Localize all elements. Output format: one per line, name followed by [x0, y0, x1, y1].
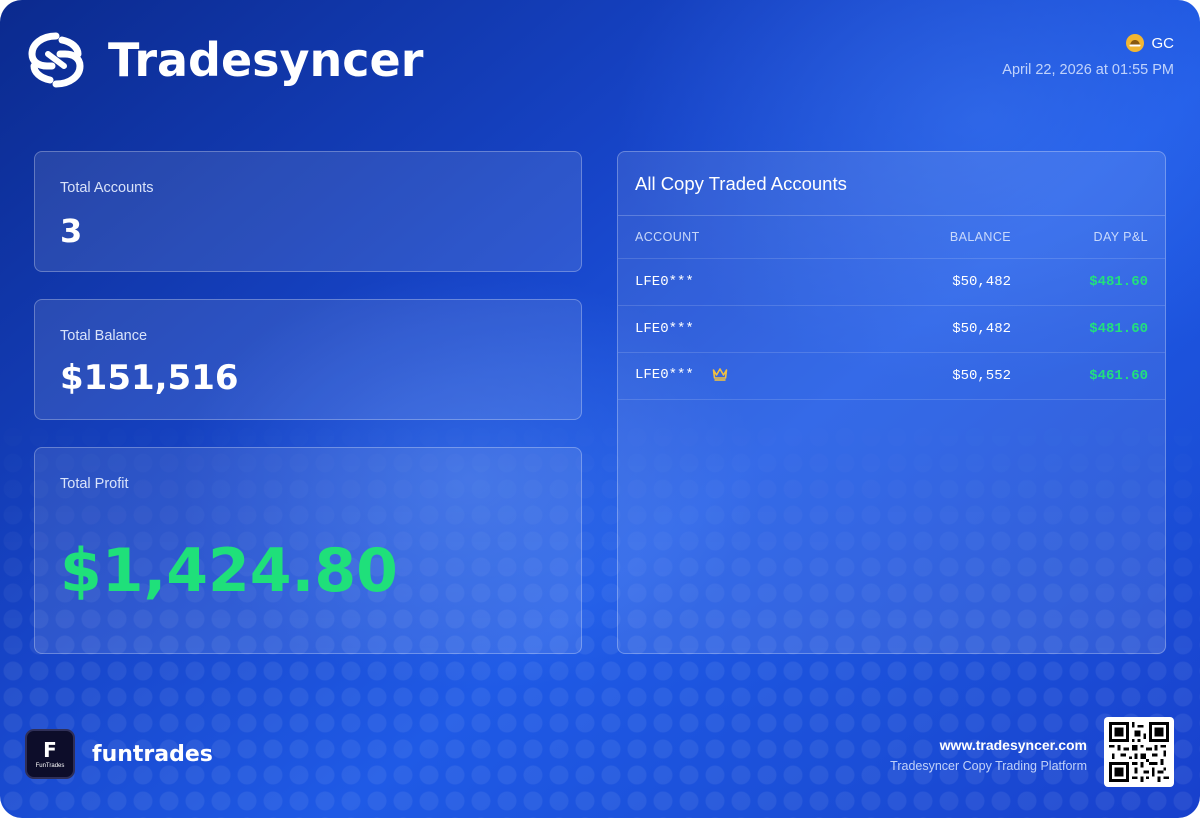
website-link[interactable]: www.tradesyncer.com [890, 737, 1087, 753]
column-header-day-pnl: DAY P&L [1093, 230, 1148, 244]
account-id: LFE0*** [635, 321, 694, 337]
column-header-balance: BALANCE [949, 230, 1011, 244]
tradesyncer-logo-icon [28, 32, 84, 88]
account-day-pnl: $461.60 [1089, 368, 1148, 384]
account-balance: $50,482 [952, 321, 1011, 337]
total-profit-label: Total Profit [60, 476, 129, 492]
total-balance-value: $151,516 [60, 358, 239, 398]
table-row: LFE0*** $50,552 $461.60 [618, 353, 1165, 400]
account-balance: $50,482 [952, 274, 1011, 290]
site-info: www.tradesyncer.com Tradesyncer Copy Tra… [890, 737, 1087, 773]
total-profit-value: $1,424.80 [60, 536, 398, 606]
total-profit-card: Total Profit $1,424.80 [34, 447, 582, 654]
account-id-cell: LFE0*** [635, 367, 728, 386]
site-tagline: Tradesyncer Copy Trading Platform [890, 759, 1087, 773]
total-balance-card: Total Balance $151,516 [34, 299, 582, 420]
user-info: GC April 22, 2026 at 01:55 PM [1002, 34, 1174, 78]
account-id: LFE0*** [635, 274, 694, 290]
qr-code-icon [1104, 717, 1174, 787]
table-row: LFE0*** $50,482 $481.60 [618, 306, 1165, 353]
brand-name: Tradesyncer [108, 33, 424, 87]
total-balance-label: Total Balance [60, 328, 148, 344]
partner-name: funtrades [92, 741, 213, 767]
partner-logo-caption: FunTrades [35, 762, 65, 769]
accounts-table-panel: All Copy Traded Accounts ACCOUNT BALANCE… [617, 151, 1166, 654]
account-day-pnl: $481.60 [1089, 274, 1148, 290]
brand: Tradesyncer [26, 30, 423, 90]
account-day-pnl: $481.60 [1089, 321, 1148, 337]
partner-branding: F FunTrades funtrades [25, 729, 213, 779]
crown-icon [712, 367, 728, 386]
share-card: Tradesyncer GC April 22, 2026 at 01:55 P… [0, 0, 1200, 818]
column-header-account: ACCOUNT [635, 230, 700, 244]
total-accounts-card: Total Accounts 3 [34, 151, 582, 272]
partner-logo-letter: F [43, 737, 57, 762]
account-id: LFE0*** [635, 366, 694, 383]
total-accounts-value: 3 [60, 212, 83, 250]
user-avatar-icon [1125, 34, 1144, 52]
user-name: GC [1151, 34, 1175, 52]
table-header: ACCOUNT BALANCE DAY P&L [618, 216, 1165, 259]
account-balance: $50,552 [952, 368, 1011, 384]
total-accounts-label: Total Accounts [60, 180, 154, 196]
timestamp: April 22, 2026 at 01:55 PM [1002, 62, 1174, 78]
accounts-table-title: All Copy Traded Accounts [618, 152, 1165, 216]
table-row: LFE0*** $50,482 $481.60 [618, 259, 1165, 306]
funtrades-logo: F FunTrades [25, 729, 75, 779]
